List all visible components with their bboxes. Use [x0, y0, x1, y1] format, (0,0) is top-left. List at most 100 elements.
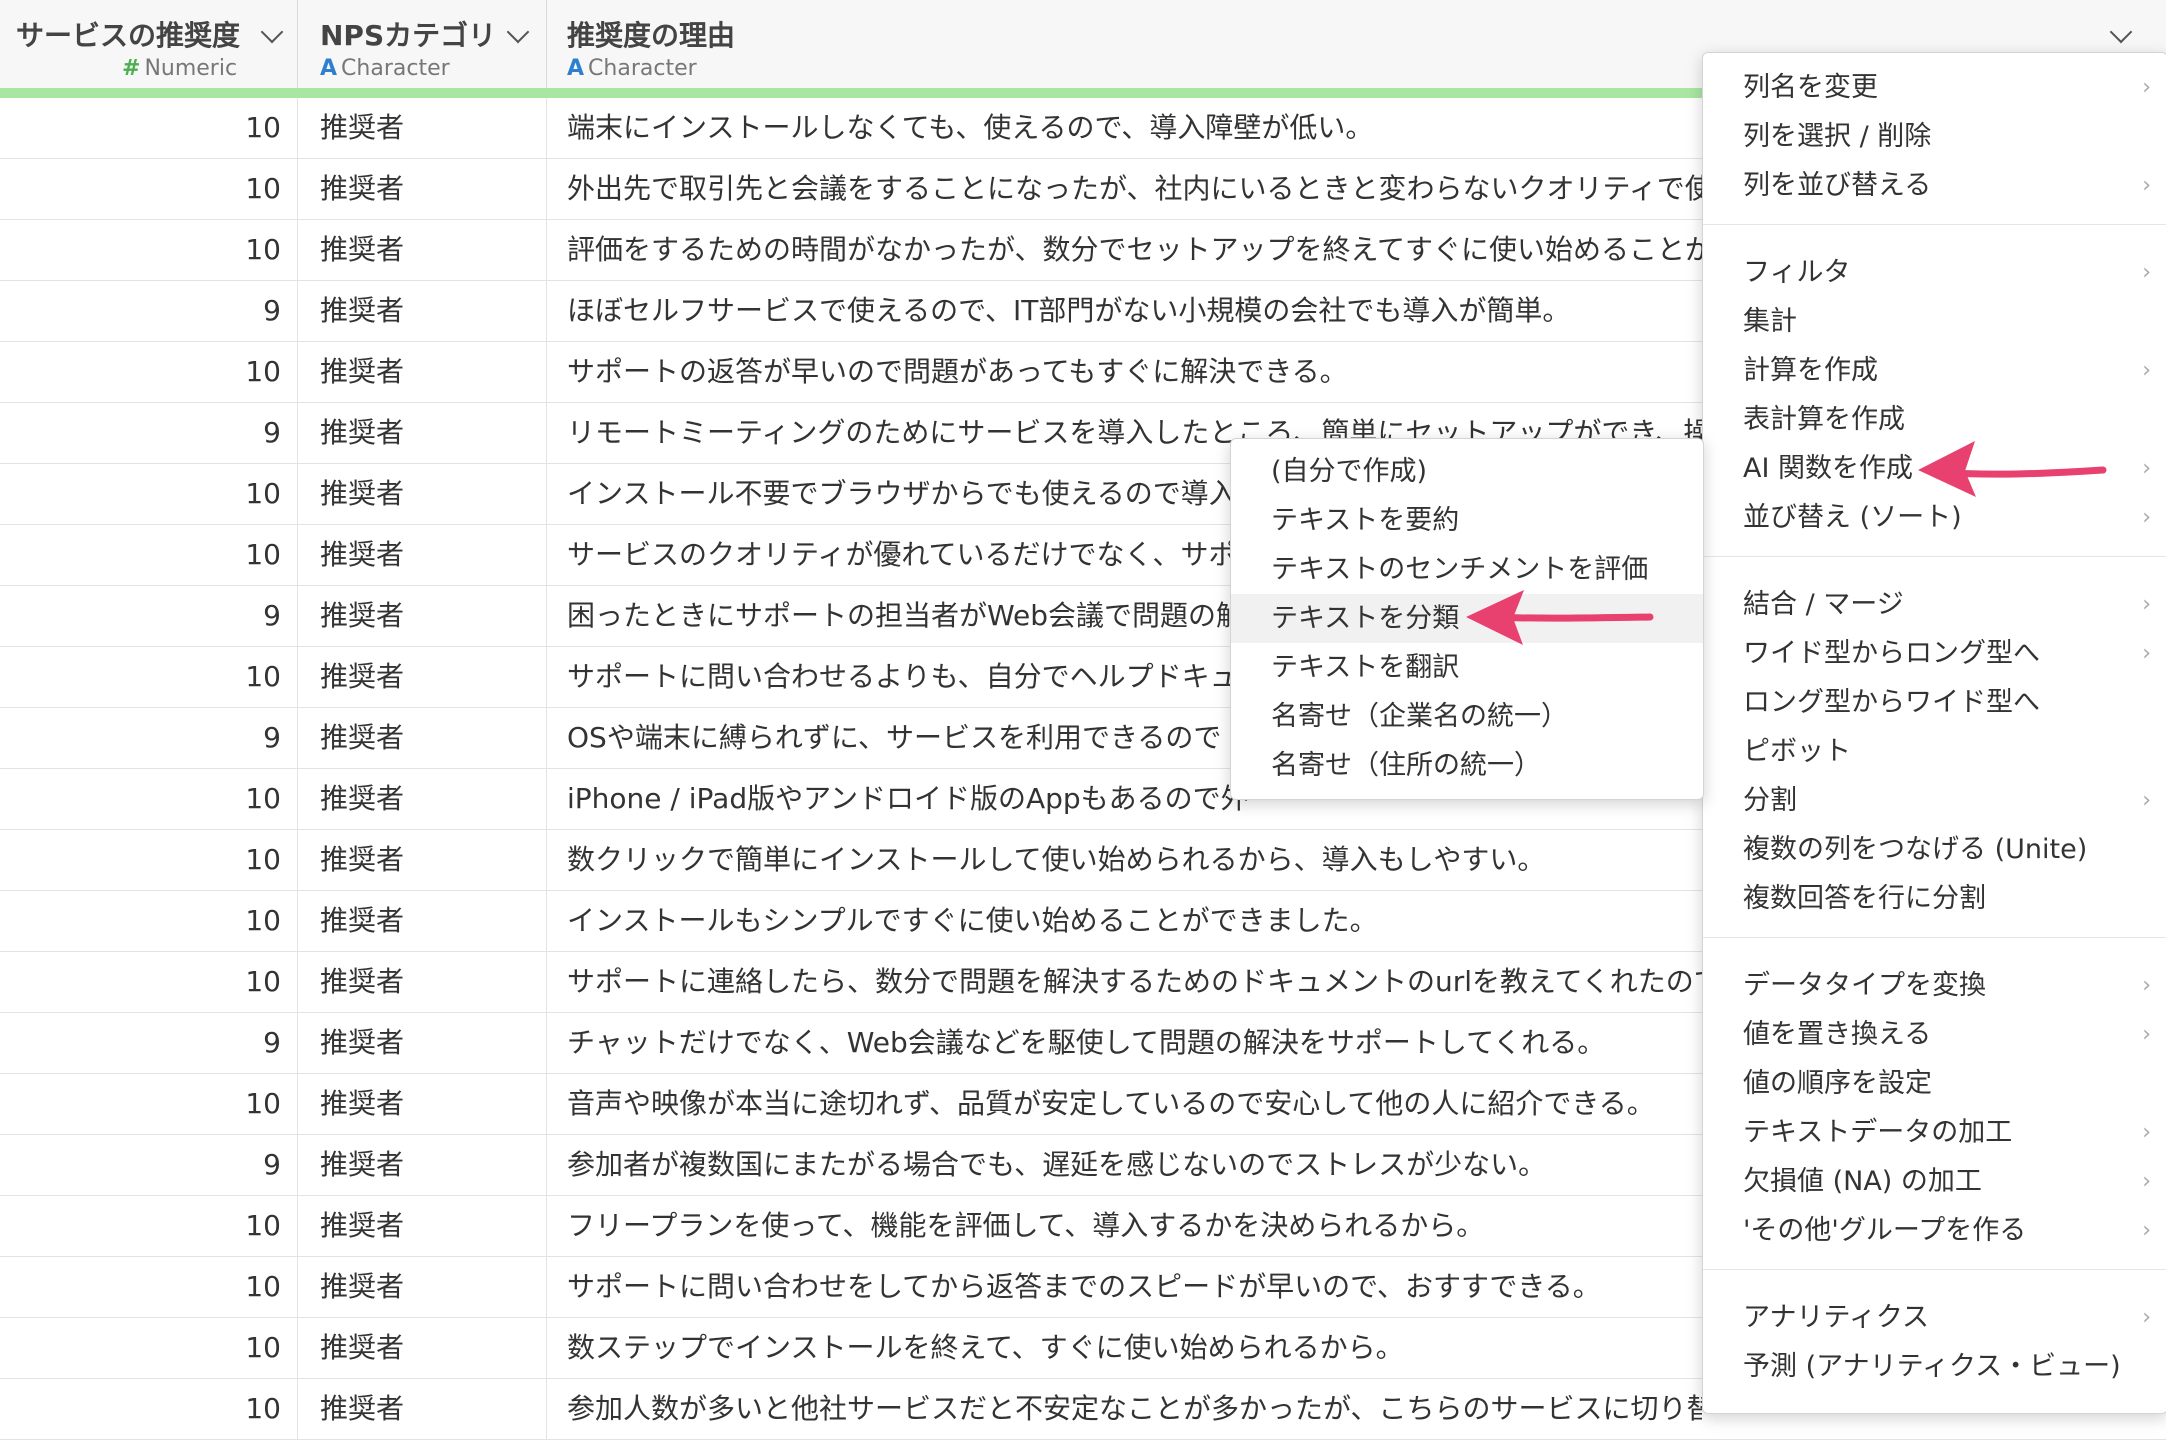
column-header-nps-category[interactable]: NPSカテゴリ A Character — [298, 0, 547, 88]
chevron-down-icon[interactable] — [506, 20, 530, 44]
nps-category-cell[interactable]: 推奨者 — [298, 403, 547, 463]
score-cell[interactable]: 9 — [0, 281, 298, 341]
reason-cell[interactable]: 参加人数が多いと他社サービスだと不安定なことが多かったが、こちらのサービスに切り… — [547, 1379, 1702, 1439]
nps-category-cell[interactable]: 推奨者 — [298, 1196, 547, 1256]
nps-category-cell[interactable]: 推奨者 — [298, 830, 547, 890]
submenu-item[interactable]: テキストを分類 — [1231, 594, 1703, 643]
score-cell[interactable]: 10 — [0, 98, 298, 158]
submenu-item[interactable]: 名寄せ（企業名の統一） — [1231, 692, 1703, 741]
score-cell[interactable]: 9 — [0, 1135, 298, 1195]
menu-item[interactable]: 複数回答を行に分割 — [1703, 874, 2166, 923]
menu-item[interactable]: データタイプを変換 › — [1703, 961, 2166, 1010]
reason-cell[interactable]: ほぼセルフサービスで使えるので、IT部門がない小規模の会社でも導入が簡単。 — [547, 281, 1702, 341]
score-cell[interactable]: 10 — [0, 159, 298, 219]
score-cell[interactable]: 10 — [0, 830, 298, 890]
nps-category-cell[interactable]: 推奨者 — [298, 464, 547, 524]
menu-item[interactable]: 複数の列をつなげる (Unite) — [1703, 825, 2166, 874]
reason-cell[interactable]: 端末にインストールしなくても、使えるので、導入障壁が低い。 — [547, 98, 1702, 158]
score-cell[interactable]: 10 — [0, 891, 298, 951]
menu-item[interactable]: 結合 / マージ › — [1703, 580, 2166, 629]
reason-cell[interactable]: サポートに連絡したら、数分で問題を解決するためのドキュメントのurlを教えてくれ… — [547, 952, 1702, 1012]
reason-cell[interactable]: 音声や映像が本当に途切れず、品質が安定しているので安心して他の人に紹介できる。 — [547, 1074, 1702, 1134]
nps-category-cell[interactable]: 推奨者 — [298, 891, 547, 951]
nps-category-cell[interactable]: 推奨者 — [298, 708, 547, 768]
menu-item[interactable]: 欠損値 (NA) の加工 › — [1703, 1157, 2166, 1206]
menu-item[interactable]: テキストデータの加工 › — [1703, 1108, 2166, 1157]
menu-item[interactable]: 計算を作成 › — [1703, 346, 2166, 395]
menu-item[interactable]: 列を並び替える › — [1703, 161, 2166, 210]
menu-item[interactable]: 分割 › — [1703, 776, 2166, 825]
nps-category-cell[interactable]: 推奨者 — [298, 220, 547, 280]
menu-item[interactable]: 列名を変更 › — [1703, 63, 2166, 112]
submenu-item[interactable]: テキストのセンチメントを評価 — [1231, 545, 1703, 594]
nps-category-cell[interactable]: 推奨者 — [298, 342, 547, 402]
score-cell[interactable]: 10 — [0, 525, 298, 585]
nps-category-cell[interactable]: 推奨者 — [298, 98, 547, 158]
menu-item[interactable]: 列を選択 / 削除 — [1703, 112, 2166, 161]
score-cell[interactable]: 9 — [0, 708, 298, 768]
menu-item-label: 列を並び替える — [1743, 170, 1932, 201]
nps-category-cell[interactable]: 推奨者 — [298, 1379, 547, 1439]
score-cell[interactable]: 9 — [0, 403, 298, 463]
reason-cell[interactable]: 参加者が複数国にまたがる場合でも、遅延を感じないのでストレスが少ない。 — [547, 1135, 1702, 1195]
reason-cell[interactable]: 数クリックで簡単にインストールして使い始められるから、導入もしやすい。 — [547, 830, 1702, 890]
reason-cell[interactable]: サポートの返答が早いので問題があってもすぐに解決できる。 — [547, 342, 1702, 402]
reason-cell[interactable]: 外出先で取引先と会議をすることになったが、社内にいるときと変わらないクオリティで… — [547, 159, 1702, 219]
reason-cell[interactable]: 評価をするための時間がなかったが、数分でセットアップを終えてすぐに使い始めること… — [547, 220, 1702, 280]
nps-category-cell[interactable]: 推奨者 — [298, 1257, 547, 1317]
score-cell[interactable]: 10 — [0, 1318, 298, 1378]
score-cell[interactable]: 9 — [0, 1013, 298, 1073]
reason-cell[interactable]: インストールもシンプルですぐに使い始めることができました。 — [547, 891, 1702, 951]
submenu-item[interactable]: テキストを翻訳 — [1231, 643, 1703, 692]
nps-category-cell[interactable]: 推奨者 — [298, 1074, 547, 1134]
score-cell[interactable]: 10 — [0, 1379, 298, 1439]
reason-cell[interactable]: 数ステップでインストールを終えて、すぐに使い始められるから。 — [547, 1318, 1702, 1378]
nps-category-cell[interactable]: 推奨者 — [298, 586, 547, 646]
score-cell[interactable]: 10 — [0, 952, 298, 1012]
column-header-score[interactable]: サービスの推奨度 # Numeric — [0, 0, 298, 88]
submenu-item[interactable]: 名寄せ（住所の統一） — [1231, 741, 1703, 790]
nps-category-cell[interactable]: 推奨者 — [298, 281, 547, 341]
menu-separator — [1703, 556, 2166, 557]
nps-category-cell[interactable]: 推奨者 — [298, 1013, 547, 1073]
score-cell[interactable]: 9 — [0, 586, 298, 646]
menu-item[interactable]: 並び替え (ソート) › — [1703, 493, 2166, 542]
submenu-item[interactable]: テキストを要約 — [1231, 496, 1703, 545]
menu-item[interactable]: アナリティクス › — [1703, 1293, 2166, 1342]
menu-item[interactable]: 表計算を作成 — [1703, 395, 2166, 444]
nps-category-cell[interactable]: 推奨者 — [298, 769, 547, 829]
reason-cell[interactable]: フリープランを使って、機能を評価して、導入するかを決められるから。 — [547, 1196, 1702, 1256]
reason-cell[interactable]: チャットだけでなく、Web会議などを駆使して問題の解決をサポートしてくれる。 — [547, 1013, 1702, 1073]
chevron-down-icon[interactable] — [260, 20, 284, 44]
score-cell[interactable]: 10 — [0, 647, 298, 707]
menu-item[interactable]: ワイド型からロング型へ › — [1703, 629, 2166, 678]
nps-category-cell[interactable]: 推奨者 — [298, 647, 547, 707]
submenu-item[interactable]: (自分で作成) — [1231, 447, 1703, 496]
menu-item[interactable]: 値の順序を設定 — [1703, 1059, 2166, 1108]
score-cell[interactable]: 10 — [0, 1074, 298, 1134]
nps-category-cell[interactable]: 推奨者 — [298, 159, 547, 219]
nps-category-cell[interactable]: 推奨者 — [298, 952, 547, 1012]
menu-item[interactable]: 'その他'グループを作る › — [1703, 1206, 2166, 1255]
nps-category-cell[interactable]: 推奨者 — [298, 1135, 547, 1195]
menu-item[interactable]: AI 関数を作成 › — [1703, 444, 2166, 493]
score-cell[interactable]: 10 — [0, 769, 298, 829]
menu-item[interactable]: 集計 — [1703, 297, 2166, 346]
menu-item-label: データタイプを変換 — [1743, 970, 1986, 1001]
menu-item-label: 値の順序を設定 — [1743, 1068, 1932, 1099]
score-cell[interactable]: 10 — [0, 1257, 298, 1317]
nps-category-cell[interactable]: 推奨者 — [298, 1318, 547, 1378]
reason-cell[interactable]: サポートに問い合わせをしてから返答までのスピードが早いので、おすすできる。 — [547, 1257, 1702, 1317]
score-cell[interactable]: 10 — [0, 220, 298, 280]
menu-item[interactable]: 予測 (アナリティクス・ビュー) — [1703, 1342, 2166, 1391]
score-cell[interactable]: 10 — [0, 1196, 298, 1256]
score-cell[interactable]: 10 — [0, 342, 298, 402]
menu-item[interactable]: ロング型からワイド型へ — [1703, 678, 2166, 727]
menu-item[interactable]: フィルタ › — [1703, 248, 2166, 297]
menu-item[interactable]: 値を置き換える › — [1703, 1010, 2166, 1059]
nps-category-cell[interactable]: 推奨者 — [298, 525, 547, 585]
menu-item-label: 集計 — [1743, 306, 1797, 337]
menu-item[interactable]: ピボット — [1703, 727, 2166, 776]
score-cell[interactable]: 10 — [0, 464, 298, 524]
chevron-down-icon[interactable] — [2109, 20, 2133, 44]
